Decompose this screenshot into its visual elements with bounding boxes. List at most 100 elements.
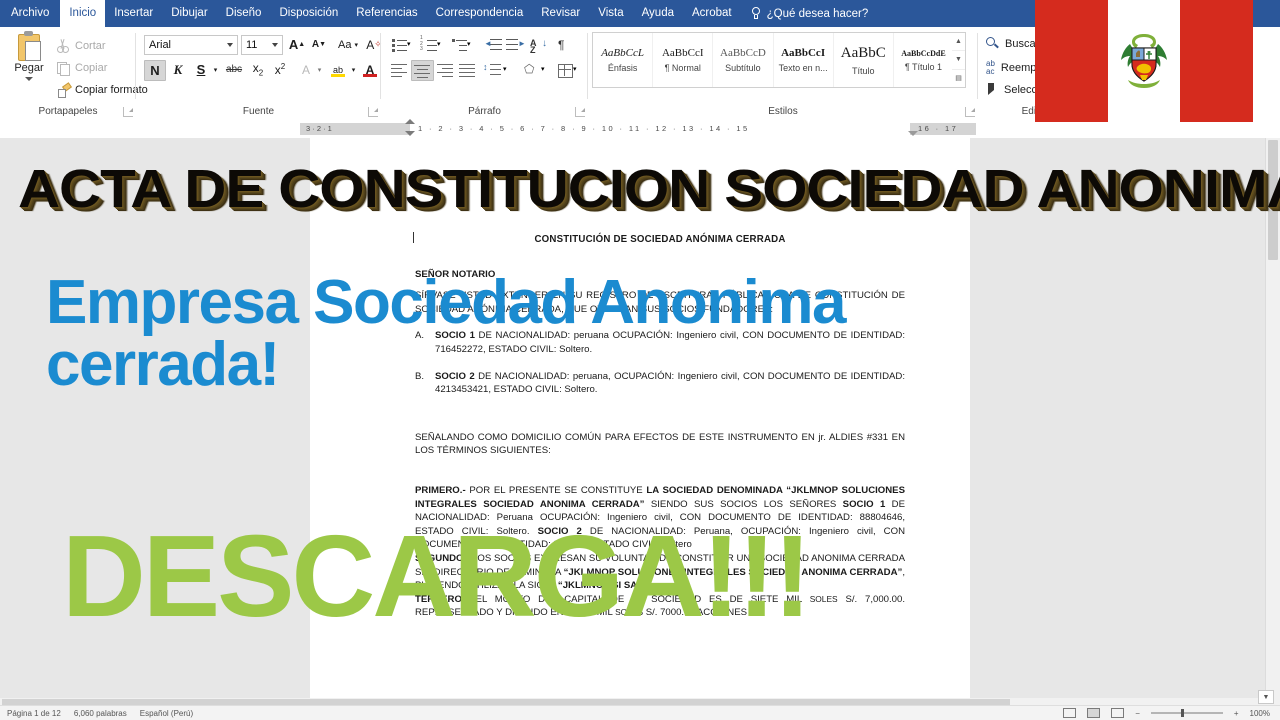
font-dialog-launcher[interactable] [368, 107, 378, 117]
group-label-parrafo: Párrafo [468, 106, 501, 117]
style-item-texto-en-negrita[interactable]: AaBbCcI Texto en n... [774, 33, 834, 87]
text-effects-button[interactable]: A [296, 60, 316, 79]
zoom-out-icon[interactable]: − [1135, 709, 1140, 718]
increase-indent-button[interactable]: ► [505, 35, 526, 54]
first-line-indent-marker[interactable] [405, 119, 415, 124]
paste-button[interactable]: Pegar [6, 31, 52, 81]
copy-button[interactable]: Copiar [56, 61, 108, 76]
horizontal-ruler[interactable]: 3 · 2 · 1 1 · 2 · 3 · 4 · 5 · 6 · 7 · 8 … [300, 119, 976, 136]
sort-button[interactable]: A Z ↓ [529, 35, 550, 55]
styles-scroll-up-icon[interactable]: ▲ [952, 33, 965, 52]
ribbon-tab-dibujar[interactable]: Dibujar [162, 0, 216, 27]
bullet-chevron-icon[interactable]: ▾ [407, 35, 417, 54]
status-language[interactable]: Español (Perú) [140, 709, 193, 718]
format-painter-button[interactable]: Copiar formato [56, 83, 148, 98]
styles-scroll-controls[interactable]: ▲ ▼ ▤ [952, 32, 966, 88]
style-item-normal[interactable]: AaBbCcI ¶ Normal [653, 33, 714, 87]
font-color-button[interactable]: A [360, 60, 380, 79]
text-caret [413, 232, 414, 243]
italic-button[interactable]: K [168, 60, 188, 79]
strikethrough-button[interactable]: abc [224, 60, 244, 79]
format-painter-icon [56, 83, 70, 98]
ribbon-tab-archivo[interactable]: Archivo [0, 0, 61, 27]
ribbon-tab-ayuda[interactable]: Ayuda [633, 0, 683, 27]
clipboard-dialog-launcher[interactable] [123, 107, 133, 117]
shading-chevron-icon[interactable]: ▾ [541, 60, 551, 79]
zoom-level[interactable]: 100% [1250, 709, 1270, 718]
borders-chevron-icon[interactable]: ▾ [573, 60, 583, 79]
tell-me-box[interactable]: ¿Qué desea hacer? [751, 0, 869, 27]
coat-of-arms-of-peru-icon [1121, 34, 1167, 88]
bold-button[interactable]: N [144, 60, 166, 81]
ribbon-tab-revisar[interactable]: Revisar [532, 0, 589, 27]
ribbon-collapse-button[interactable]: ▼ [1258, 690, 1274, 704]
styles-dialog-launcher[interactable] [965, 107, 975, 117]
copy-label: Copiar [75, 62, 108, 74]
justify-button[interactable] [457, 60, 478, 79]
ribbon-tab-acrobat[interactable]: Acrobat [683, 0, 741, 27]
ruler-tail-marks: 16 · 17 [918, 124, 959, 133]
grow-font-button[interactable]: A ▲ [287, 35, 307, 54]
view-print-layout-button[interactable] [1087, 708, 1101, 718]
ribbon-tab-inicio[interactable]: Inicio [60, 0, 106, 27]
text-effects-chevron-icon[interactable]: ▾ [314, 60, 325, 79]
style-item-titulo[interactable]: AaBbC Título [834, 33, 894, 87]
status-word-count[interactable]: 6,060 palabras [74, 709, 127, 718]
zoom-in-icon[interactable]: + [1234, 709, 1239, 718]
vertical-scrollbar[interactable] [1265, 138, 1280, 706]
align-center-button[interactable] [411, 60, 434, 81]
highlight-color-button[interactable]: ab [328, 60, 348, 79]
view-read-mode-button[interactable] [1063, 708, 1077, 718]
numbered-chevron-icon[interactable]: ▾ [437, 35, 447, 54]
styles-more-icon[interactable]: ▤ [952, 70, 965, 87]
paragraph-dialog-launcher[interactable] [575, 107, 585, 117]
subscript-button[interactable]: x2 [248, 60, 268, 79]
right-indent-marker[interactable] [908, 131, 918, 136]
ribbon-tab-correspondencia[interactable]: Correspondencia [427, 0, 533, 27]
hanging-indent-marker[interactable] [405, 131, 415, 136]
tell-me-label: ¿Qué desea hacer? [766, 7, 869, 20]
doc-heading: CONSTITUCIÓN DE SOCIEDAD ANÓNIMA CERRADA [534, 234, 786, 245]
decrease-indent-button[interactable]: ◄ [483, 35, 504, 54]
superscript-button[interactable]: x2 [270, 60, 290, 79]
align-right-button[interactable] [435, 60, 456, 79]
styles-scroll-down-icon[interactable]: ▼ [952, 51, 965, 70]
ruler-left-marks: 3 · 2 · 1 [306, 124, 332, 133]
ribbon-tab-insertar[interactable]: Insertar [105, 0, 162, 27]
clause-segment: SIENDO SUS SOCIOS LOS SEÑORES [644, 498, 843, 510]
underline-button[interactable]: S [191, 60, 211, 79]
font-family-combobox[interactable]: Arial [144, 35, 238, 55]
multilevel-chevron-icon[interactable]: ▾ [467, 35, 477, 54]
line-spacing-button[interactable]: ↕ [483, 60, 504, 79]
show-formatting-marks-button[interactable]: ¶ [553, 35, 574, 54]
ribbon-tab-diseno[interactable]: Diseño [217, 0, 271, 27]
word-window: Archivo Inicio Insertar Dibujar Diseño D… [0, 0, 1280, 720]
align-left-button[interactable] [389, 60, 410, 79]
zoom-slider[interactable] [1150, 709, 1223, 717]
style-item-titulo-1[interactable]: AaBbCcDdE ¶ Título 1 [894, 33, 953, 87]
style-sample: AaBbCcL [601, 47, 644, 59]
status-page-info[interactable]: Página 1 de 12 [7, 709, 61, 718]
shrink-font-button[interactable]: A ▼ [309, 35, 329, 54]
flag-band-center-white [1107, 0, 1181, 122]
line-spacing-chevron-icon[interactable]: ▾ [503, 60, 513, 79]
cut-button[interactable]: Cortar [56, 39, 106, 53]
view-web-layout-button[interactable] [1111, 708, 1125, 718]
cut-label: Cortar [75, 40, 106, 52]
underline-chevron-icon[interactable]: ▾ [210, 60, 221, 79]
style-item-subtitulo[interactable]: AaBbCcD Subtítulo [713, 33, 774, 87]
highlight-chevron-icon[interactable]: ▾ [348, 60, 359, 79]
ribbon-tab-vista[interactable]: Vista [589, 0, 632, 27]
group-label-estilos: Estilos [768, 106, 798, 117]
change-case-button[interactable]: Aa ▾ [333, 35, 363, 54]
ribbon-tab-referencias[interactable]: Referencias [347, 0, 426, 27]
style-sample: AaBbCcI [781, 47, 826, 59]
font-size-combobox[interactable]: 11 [241, 35, 283, 55]
shading-button[interactable]: ⬠ [521, 60, 542, 79]
style-item-enfasis[interactable]: AaBbCcL Énfasis [593, 33, 654, 87]
lightbulb-icon [751, 6, 762, 21]
ribbon-tab-disposicion[interactable]: Disposición [270, 0, 347, 27]
find-button[interactable]: Buscar [986, 37, 1039, 50]
flag-band-left-red [1035, 0, 1108, 122]
chevron-down-icon[interactable] [25, 77, 33, 81]
